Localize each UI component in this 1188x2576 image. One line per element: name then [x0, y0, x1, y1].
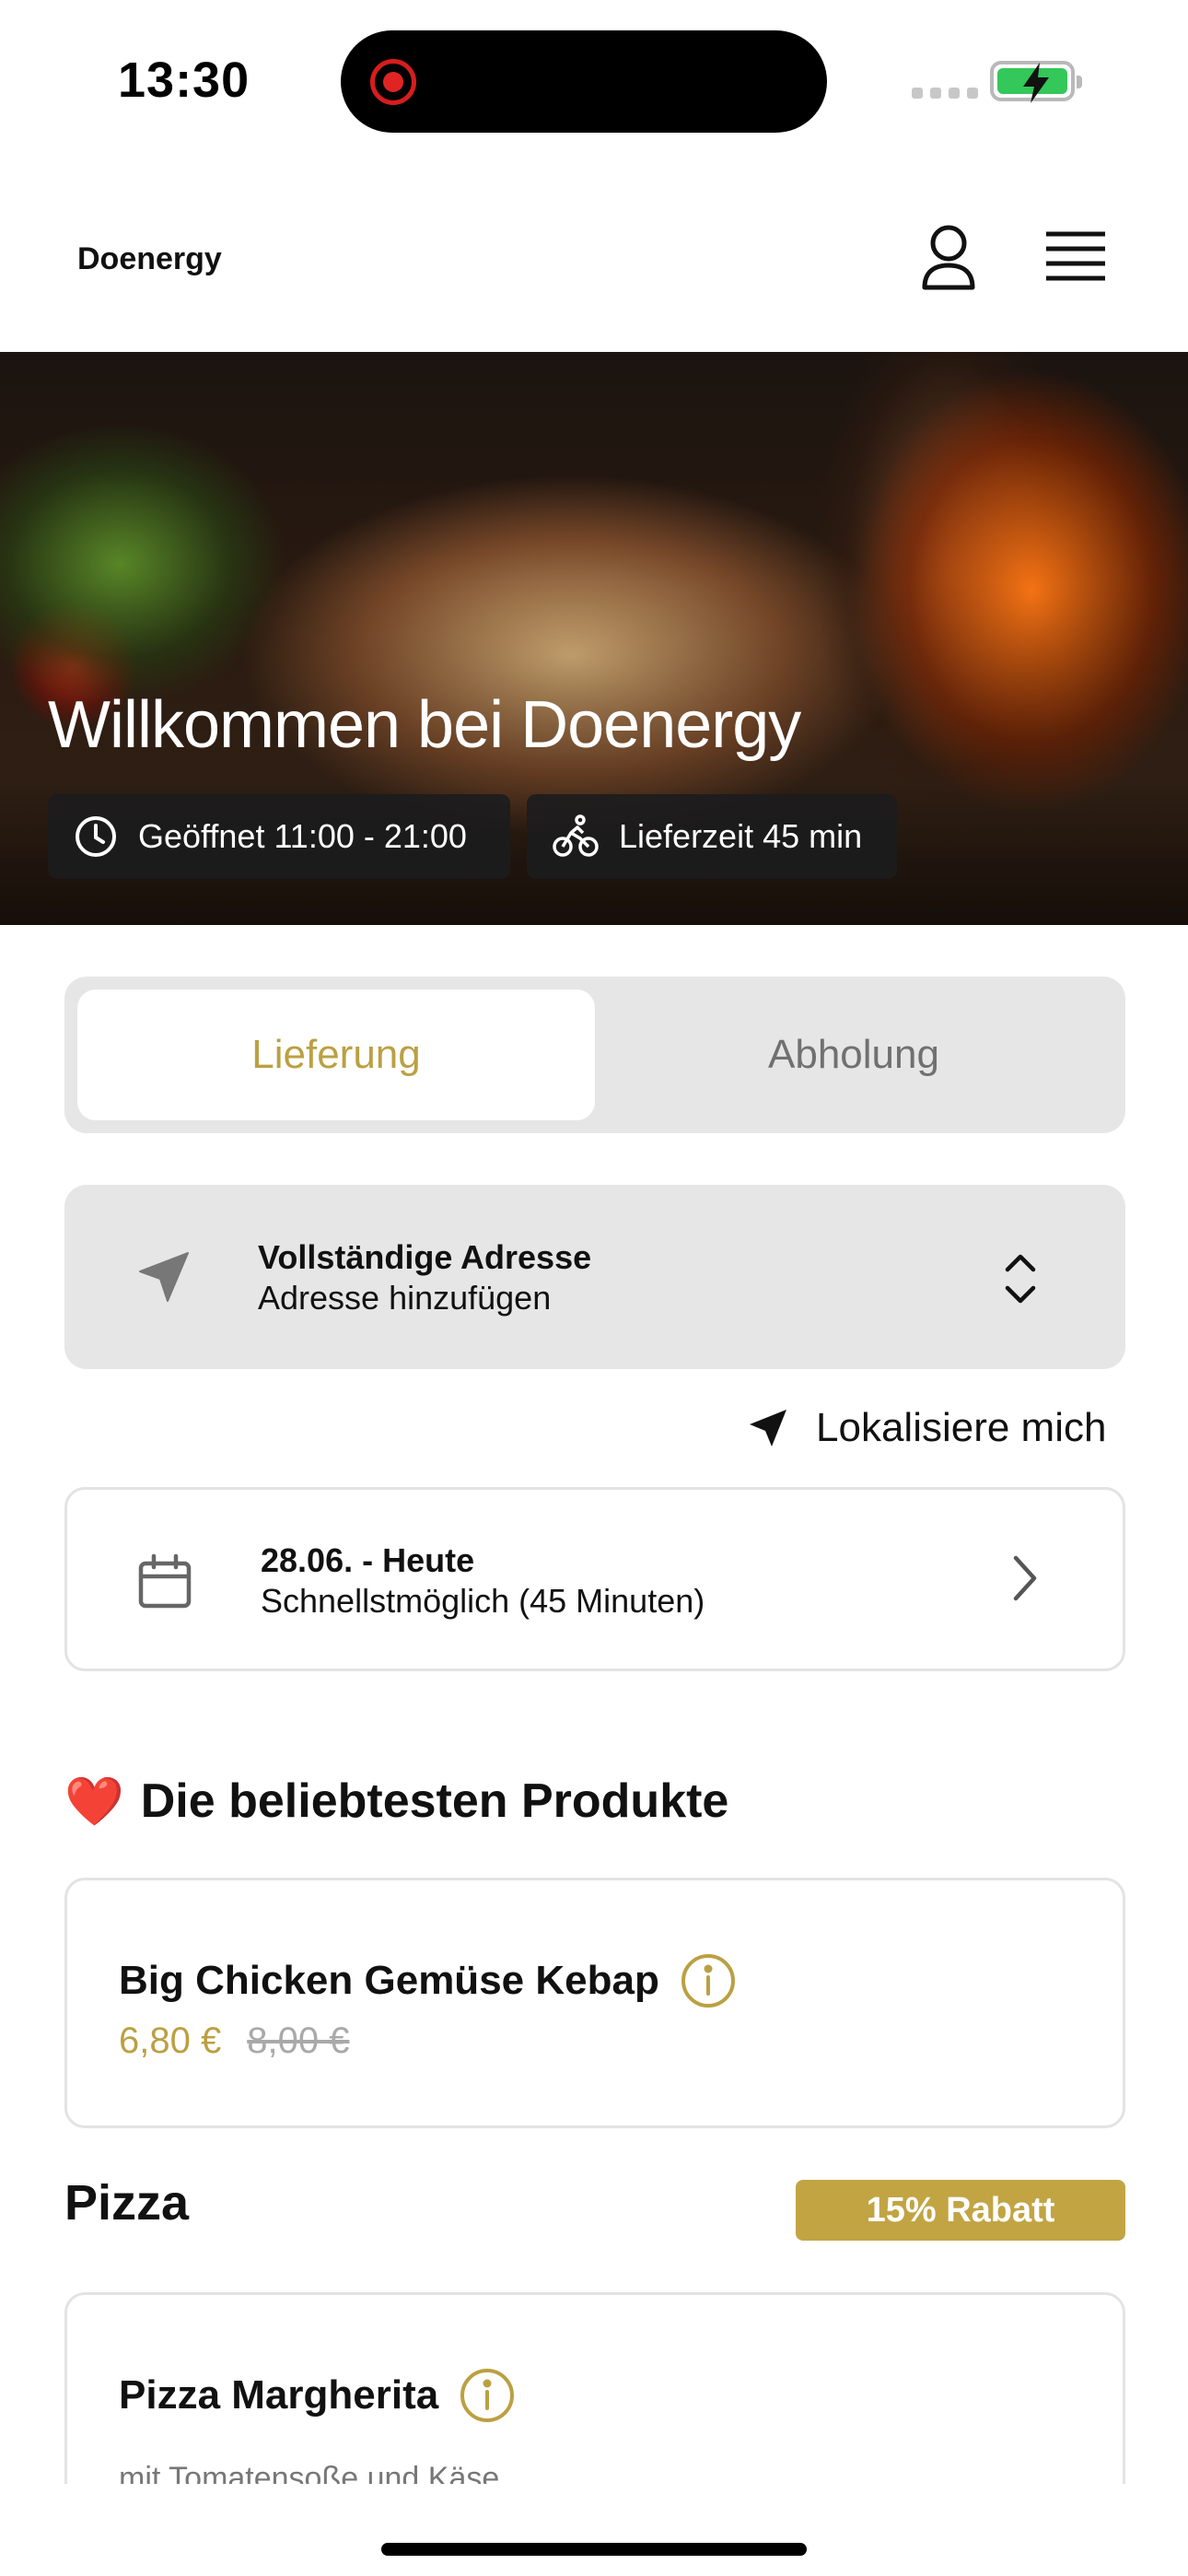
scroll-viewport: Pizza Margherita mit Tomatensoße und Käs…	[0, 0, 1188, 2484]
product-card[interactable]: Pizza Margherita mit Tomatensoße und Käs…	[64, 2292, 1125, 2484]
info-icon[interactable]	[459, 2367, 516, 2424]
product-description: mit Tomatensoße und Käse	[119, 2461, 500, 2484]
home-indicator[interactable]	[381, 2543, 807, 2556]
product-name: Pizza Margherita	[119, 2372, 439, 2418]
